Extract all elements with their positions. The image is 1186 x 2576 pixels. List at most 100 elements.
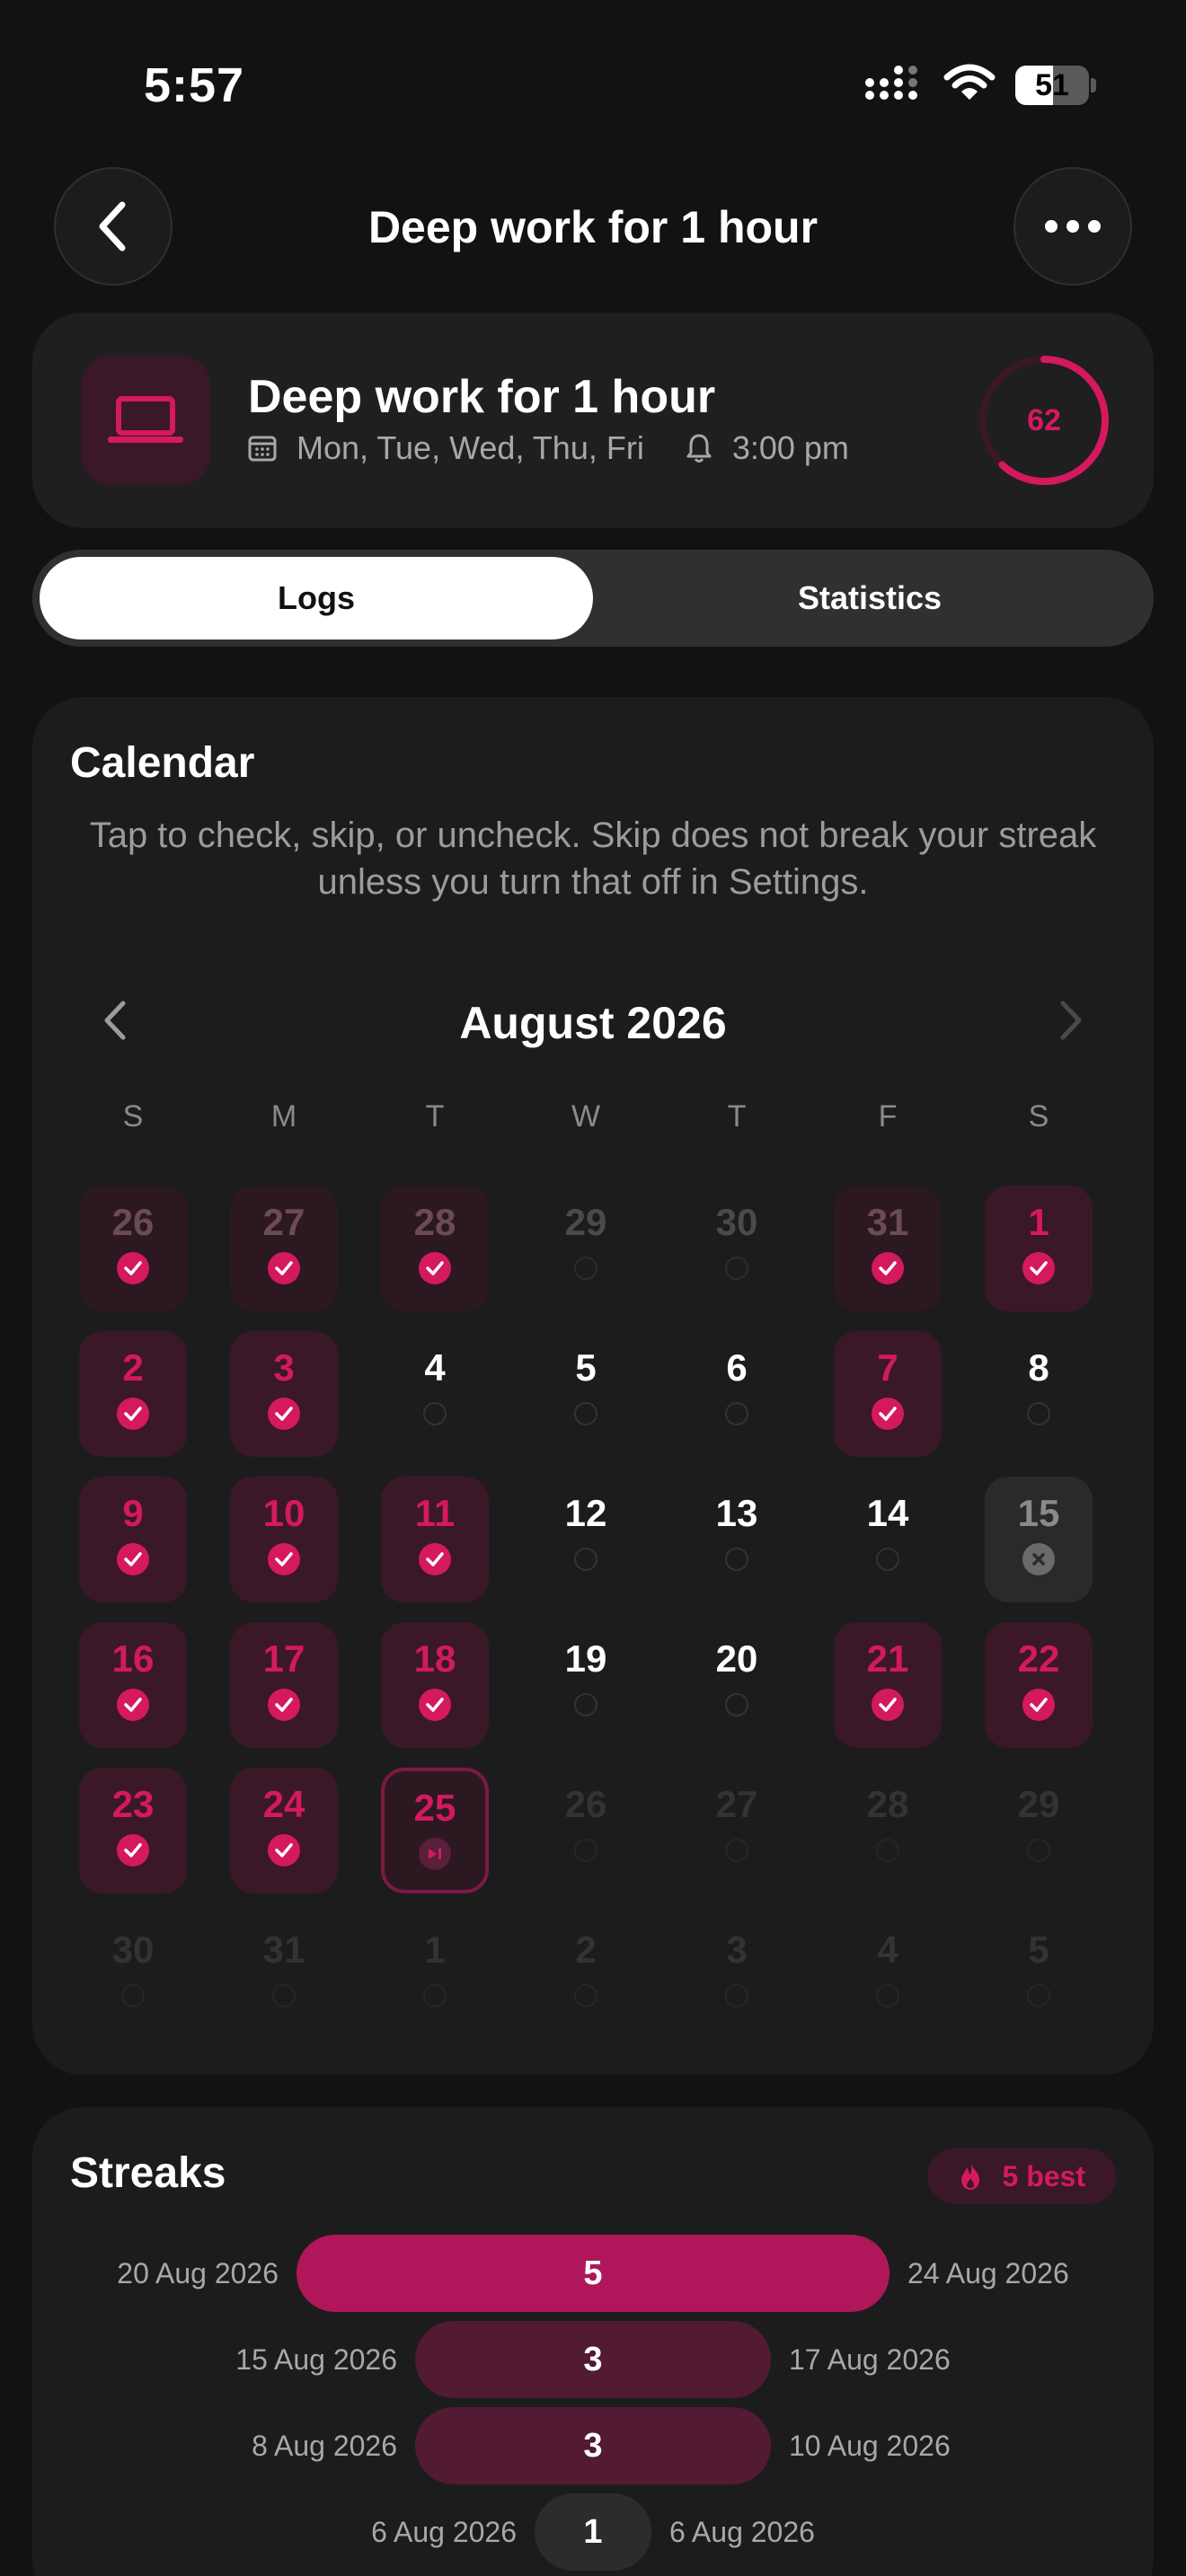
calendar-cell: 23	[58, 1768, 208, 1913]
calendar-day-1[interactable]: 1	[985, 1186, 1093, 1311]
calendar-cell: 2	[510, 1913, 661, 2059]
calendar-cell: 28	[359, 1186, 510, 1331]
calendar-grid: 26 27 28 29 30 31 1 2 3 4 5 6 7 8 9 10 11 12 13 14 15 16 17 18 1…	[58, 1186, 1114, 2059]
check-circle-icon	[268, 1398, 300, 1430]
calendar-day-24[interactable]: 24	[230, 1768, 338, 1893]
calendar-day-8[interactable]: 8	[985, 1331, 1093, 1457]
streaks-title: Streaks	[70, 2149, 226, 2197]
calendar-cell: 28	[812, 1768, 963, 1913]
calendar-cell: 29	[510, 1186, 661, 1331]
calendar-day-7[interactable]: 7	[834, 1331, 942, 1457]
calendar-cell: 5	[510, 1331, 661, 1477]
tab-logs[interactable]: Logs	[40, 557, 593, 640]
calendar-cell: 9	[58, 1477, 208, 1622]
calendar-day-9[interactable]: 9	[79, 1477, 187, 1602]
calendar-day-29[interactable]: 29	[532, 1186, 640, 1311]
calendar-day-6[interactable]: 6	[683, 1331, 791, 1457]
calendar-day-17[interactable]: 17	[230, 1622, 338, 1748]
habit-score: 62	[1027, 403, 1061, 437]
check-circle-icon	[268, 1834, 300, 1866]
streak-bar: 1	[535, 2493, 651, 2571]
streak-end-date: 6 Aug 2026	[669, 2516, 815, 2548]
check-circle-icon	[419, 1543, 451, 1575]
tab-statistics[interactable]: Statistics	[593, 557, 1146, 640]
calendar-day-3[interactable]: 3	[230, 1331, 338, 1457]
calendar-day-11[interactable]: 11	[381, 1477, 489, 1602]
check-circle-icon	[117, 1252, 149, 1284]
streak-row: 15 Aug 2026 3 17 Aug 2026	[32, 2321, 1154, 2398]
calendar-cell: 20	[661, 1622, 812, 1768]
empty-circle-icon	[423, 1984, 447, 2007]
empty-circle-icon	[574, 1402, 597, 1425]
calendar-cell: 5	[963, 1913, 1114, 2059]
day-number: 4	[877, 1928, 898, 1971]
streak-row: 8 Aug 2026 3 10 Aug 2026	[32, 2407, 1154, 2484]
streak-end-date: 10 Aug 2026	[789, 2430, 951, 2462]
streak-bar: 5	[296, 2235, 890, 2312]
calendar-cell: 16	[58, 1622, 208, 1768]
day-number: 2	[575, 1928, 597, 1971]
calendar-day-26[interactable]: 26	[79, 1186, 187, 1311]
status-bar: 5:57 51	[0, 0, 1186, 171]
day-number: 3	[726, 1928, 748, 1971]
empty-circle-icon	[876, 1839, 899, 1862]
calendar-cell: 30	[661, 1186, 812, 1331]
more-options-button[interactable]	[1013, 167, 1132, 286]
calendar-day-15[interactable]: 15	[985, 1477, 1093, 1602]
streak-row: 20 Aug 2026 5 24 Aug 2026	[32, 2235, 1154, 2312]
calendar-cell: 1	[963, 1186, 1114, 1331]
day-number: 19	[564, 1637, 607, 1680]
calendar-day-10[interactable]: 10	[230, 1477, 338, 1602]
day-number: 5	[1028, 1928, 1049, 1971]
calendar-cell: 11	[359, 1477, 510, 1622]
empty-circle-icon	[574, 1257, 597, 1280]
cellular-signal-icon	[864, 63, 924, 107]
day-number: 27	[262, 1201, 305, 1243]
calendar-cell: 2	[58, 1331, 208, 1477]
day-number: 23	[111, 1783, 155, 1825]
calendar-day-30[interactable]: 30	[683, 1186, 791, 1311]
calendar-day-18[interactable]: 18	[381, 1622, 489, 1748]
skip-x-icon	[1022, 1543, 1055, 1575]
calendar-description: Tap to check, skip, or uncheck. Skip doe…	[89, 816, 1097, 902]
calendar-cell: 3	[661, 1913, 812, 2059]
streak-bar: 3	[415, 2321, 771, 2398]
calendar-day-16[interactable]: 16	[79, 1622, 187, 1748]
calendar-cell: 27	[208, 1186, 359, 1331]
calendar-day-12[interactable]: 12	[532, 1477, 640, 1602]
calendar-day-25[interactable]: 25	[381, 1768, 489, 1893]
calendar-day-4[interactable]: 4	[381, 1331, 489, 1457]
calendar-cell: 10	[208, 1477, 359, 1622]
calendar-day-20[interactable]: 20	[683, 1622, 791, 1748]
calendar-day-23[interactable]: 23	[79, 1768, 187, 1893]
calendar-day-27: 27	[683, 1768, 791, 1893]
calendar-icon	[248, 436, 277, 462]
day-number: 28	[413, 1201, 456, 1243]
calendar-day-13[interactable]: 13	[683, 1477, 791, 1602]
day-number: 6	[726, 1346, 748, 1389]
calendar-day-14[interactable]: 14	[834, 1477, 942, 1602]
check-circle-icon	[419, 1252, 451, 1284]
calendar-cell: 15	[963, 1477, 1114, 1622]
empty-circle-icon	[423, 1402, 447, 1425]
day-number: 20	[715, 1637, 758, 1680]
calendar-day-27[interactable]: 27	[230, 1186, 338, 1311]
calendar-day-19[interactable]: 19	[532, 1622, 640, 1748]
calendar-day-22[interactable]: 22	[985, 1622, 1093, 1748]
wifi-icon	[943, 63, 996, 107]
weekday-label: T	[727, 1099, 747, 1134]
calendar-cell: 26	[58, 1186, 208, 1331]
habit-schedule: Mon, Tue, Wed, Thu, Fri 3:00 pm	[248, 429, 849, 467]
calendar-day-31[interactable]: 31	[834, 1186, 942, 1311]
calendar-day-2[interactable]: 2	[79, 1331, 187, 1457]
habit-reminder-time: 3:00 pm	[731, 429, 849, 466]
habit-name: Deep work for 1 hour	[248, 371, 716, 423]
calendar-day-5[interactable]: 5	[532, 1331, 640, 1457]
next-month-button[interactable]	[1046, 995, 1096, 1045]
month-switcher: August 2026	[32, 975, 1154, 1065]
calendar-day-28[interactable]: 28	[381, 1186, 489, 1311]
calendar-cell: 18	[359, 1622, 510, 1768]
streak-row: 6 Aug 2026 1 6 Aug 2026	[32, 2493, 1154, 2571]
calendar-cell: 1	[359, 1913, 510, 2059]
calendar-day-21[interactable]: 21	[834, 1622, 942, 1748]
